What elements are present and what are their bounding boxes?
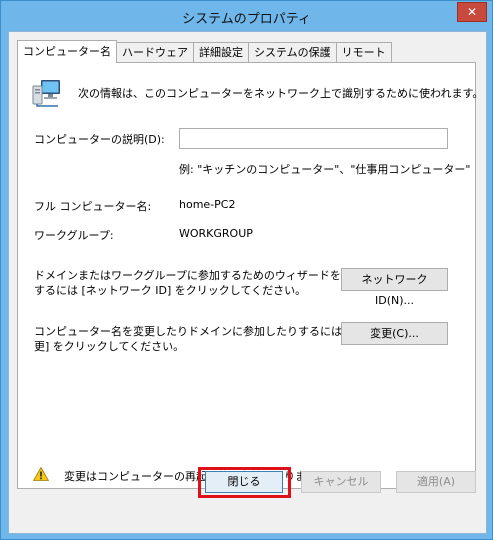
- cancel-button[interactable]: キャンセル: [301, 471, 381, 493]
- network-id-text-line1: ドメインまたはワークグループに参加するためのウィザードを使用: [34, 269, 363, 282]
- apply-button[interactable]: 適用(A): [396, 471, 476, 493]
- warning-icon: [33, 467, 49, 481]
- system-properties-window: システムのプロパティ ✕ コンピューター名 ハードウェア 詳細設定 システムの保…: [0, 0, 493, 540]
- intro-text: 次の情報は、このコンピューターをネットワーク上で識別するために使われます。: [78, 87, 484, 100]
- workgroup-value: WORKGROUP: [179, 227, 253, 240]
- window-title: システムのプロパティ: [182, 12, 311, 27]
- close-button-highlight: [198, 467, 291, 498]
- change-text-line2: 更] をクリックしてください。: [34, 340, 185, 353]
- tab-system-protection[interactable]: システムの保護: [248, 42, 337, 62]
- tab-remote[interactable]: リモート: [335, 42, 392, 62]
- tab-strip: コンピューター名 ハードウェア 詳細設定 システムの保護 リモート: [17, 40, 392, 63]
- tab-hardware[interactable]: ハードウェア: [116, 42, 194, 62]
- window-close-button[interactable]: ✕: [457, 2, 487, 22]
- change-button[interactable]: 変更(C)...: [341, 322, 448, 345]
- tab-computer-name[interactable]: コンピューター名: [17, 40, 117, 63]
- full-name-value: home-PC2: [179, 198, 236, 211]
- computer-network-icon: [32, 80, 60, 107]
- network-id-button[interactable]: ネットワーク ID(N)...: [341, 268, 448, 307]
- computer-description-input[interactable]: [179, 128, 448, 149]
- title-bar[interactable]: システムのプロパティ ✕: [1, 1, 492, 31]
- full-name-label: フル コンピューター名:: [34, 200, 152, 213]
- change-text-line1: コンピューター名を変更したりドメインに参加したりするには [変: [34, 325, 361, 338]
- description-label: コンピューターの説明(D):: [34, 133, 165, 146]
- network-id-text-line2: するには [ネットワーク ID] をクリックしてください。: [34, 284, 307, 297]
- workgroup-label: ワークグループ:: [34, 229, 114, 242]
- close-icon: ✕: [466, 5, 478, 19]
- description-example: 例: "キッチンのコンピューター"、"仕事用コンピューター": [179, 163, 471, 176]
- tab-panel-computer-name: 次の情報は、このコンピューターをネットワーク上で識別するために使われます。 コン…: [17, 62, 483, 489]
- dialog-body: コンピューター名 ハードウェア 詳細設定 システムの保護 リモート 次の情報は、…: [8, 31, 487, 534]
- tab-advanced[interactable]: 詳細設定: [193, 42, 249, 62]
